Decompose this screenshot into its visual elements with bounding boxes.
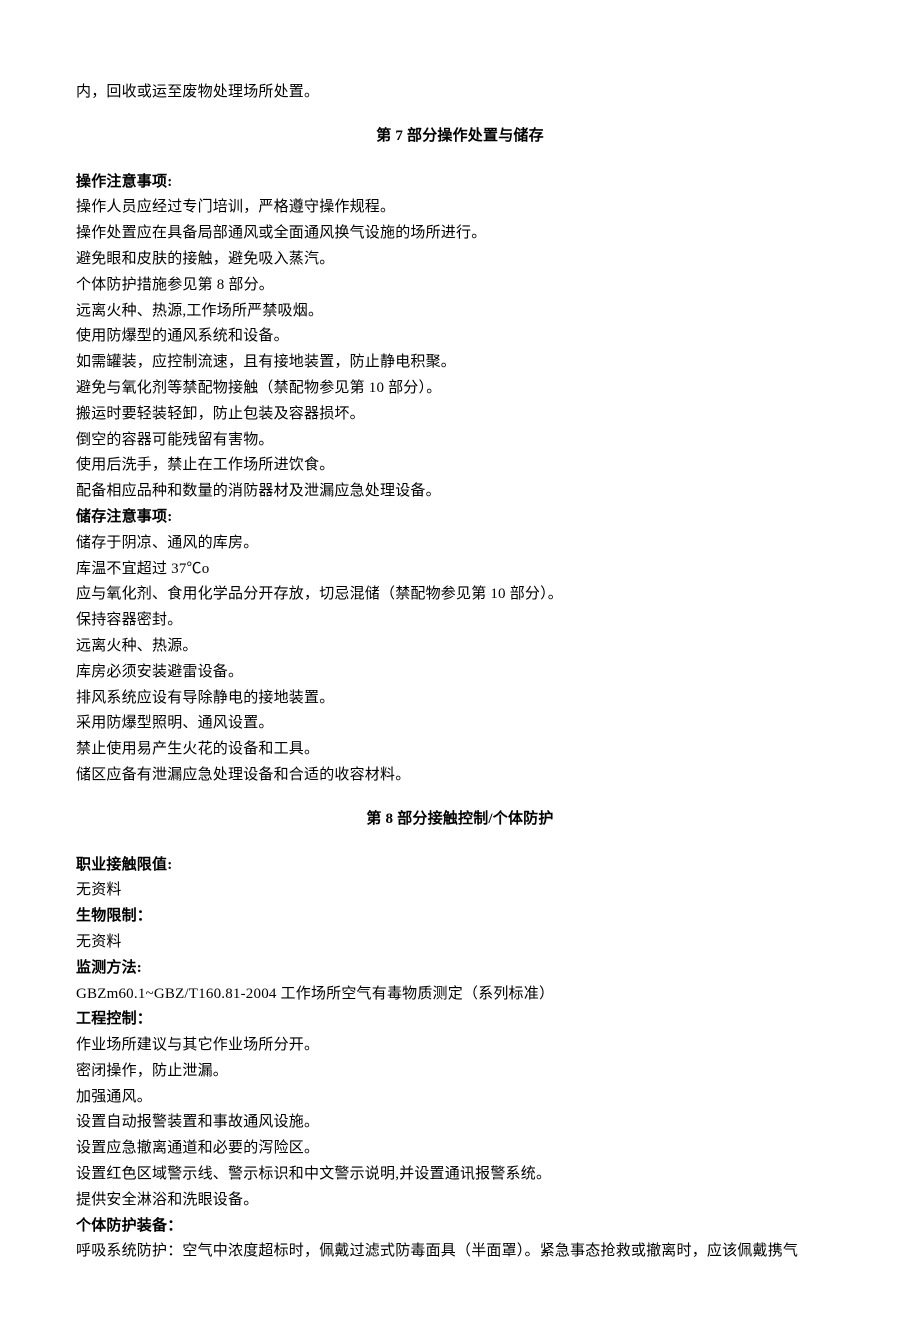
ppe-label: 个体防护装备：	[76, 1214, 844, 1240]
ops-line: 避免眼和皮肤的接触，避免吸入蒸汽。	[76, 247, 844, 273]
bio-value: 无资料	[76, 930, 844, 956]
ops-line: 使用后洗手，禁止在工作场所进饮食。	[76, 453, 844, 479]
ops-line: 配备相应品种和数量的消防器材及泄漏应急处理设备。	[76, 479, 844, 505]
storage-line: 储区应备有泄漏应急处理设备和合适的收容材料。	[76, 763, 844, 789]
eng-line: 设置自动报警装置和事故通风设施。	[76, 1110, 844, 1136]
eng-line: 设置红色区域警示线、警示标识和中文警示说明,并设置通讯报警系统。	[76, 1162, 844, 1188]
ops-label: 操作注意事项:	[76, 170, 844, 196]
eng-label: 工程控制：	[76, 1007, 844, 1033]
section-7-heading: 第 7 部分操作处置与储存	[76, 124, 844, 150]
limit-label: 职业接触限值:	[76, 853, 844, 879]
eng-line: 设置应急撤离通道和必要的泻险区。	[76, 1136, 844, 1162]
bio-label: 生物限制：	[76, 904, 844, 930]
storage-line: 保持容器密封。	[76, 608, 844, 634]
ppe-line: 呼吸系统防护：空气中浓度超标时，佩戴过滤式防毒面具（半面罩）。紧急事态抢救或撤离…	[76, 1239, 844, 1265]
ops-line: 操作处置应在具备局部通风或全面通风换气设施的场所进行。	[76, 221, 844, 247]
monitor-label: 监测方法:	[76, 956, 844, 982]
eng-line: 提供安全淋浴和洗眼设备。	[76, 1188, 844, 1214]
storage-line: 采用防爆型照明、通风设置。	[76, 711, 844, 737]
ops-line: 避免与氧化剂等禁配物接触（禁配物参见第 10 部分）。	[76, 376, 844, 402]
section-8-heading: 第 8 部分接触控制/个体防护	[76, 807, 844, 833]
ops-line: 远离火种、热源,工作场所严禁吸烟。	[76, 299, 844, 325]
storage-line: 储存于阴凉、通风的库房。	[76, 531, 844, 557]
ops-line: 搬运时要轻装轻卸，防止包装及容器损坏。	[76, 402, 844, 428]
storage-line: 排风系统应设有导除静电的接地装置。	[76, 686, 844, 712]
intro-line: 内，回收或运至废物处理场所处置。	[76, 80, 844, 106]
monitor-value: GBZm60.1~GBZ/T160.81-2004 工作场所空气有毒物质测定（系…	[76, 982, 844, 1008]
storage-line: 禁止使用易产生火花的设备和工具。	[76, 737, 844, 763]
eng-line: 密闭操作，防止泄漏。	[76, 1059, 844, 1085]
storage-label: 储存注意事项:	[76, 505, 844, 531]
eng-line: 作业场所建议与其它作业场所分开。	[76, 1033, 844, 1059]
ops-line: 如需罐装，应控制流速，且有接地装置，防止静电积聚。	[76, 350, 844, 376]
ops-line: 个体防护措施参见第 8 部分。	[76, 273, 844, 299]
ops-line: 使用防爆型的通风系统和设备。	[76, 324, 844, 350]
storage-line: 库房必须安装避雷设备。	[76, 660, 844, 686]
eng-line: 加强通风。	[76, 1085, 844, 1111]
storage-line: 库温不宜超过 37℃o	[76, 557, 844, 583]
ops-line: 倒空的容器可能残留有害物。	[76, 428, 844, 454]
page-content: 内，回收或运至废物处理场所处置。 第 7 部分操作处置与储存 操作注意事项: 操…	[0, 0, 920, 1325]
ops-line: 操作人员应经过专门培训，严格遵守操作规程。	[76, 195, 844, 221]
storage-line: 远离火种、热源。	[76, 634, 844, 660]
storage-line: 应与氧化剂、食用化学品分开存放，切忌混储（禁配物参见第 10 部分）。	[76, 582, 844, 608]
limit-value: 无资料	[76, 878, 844, 904]
